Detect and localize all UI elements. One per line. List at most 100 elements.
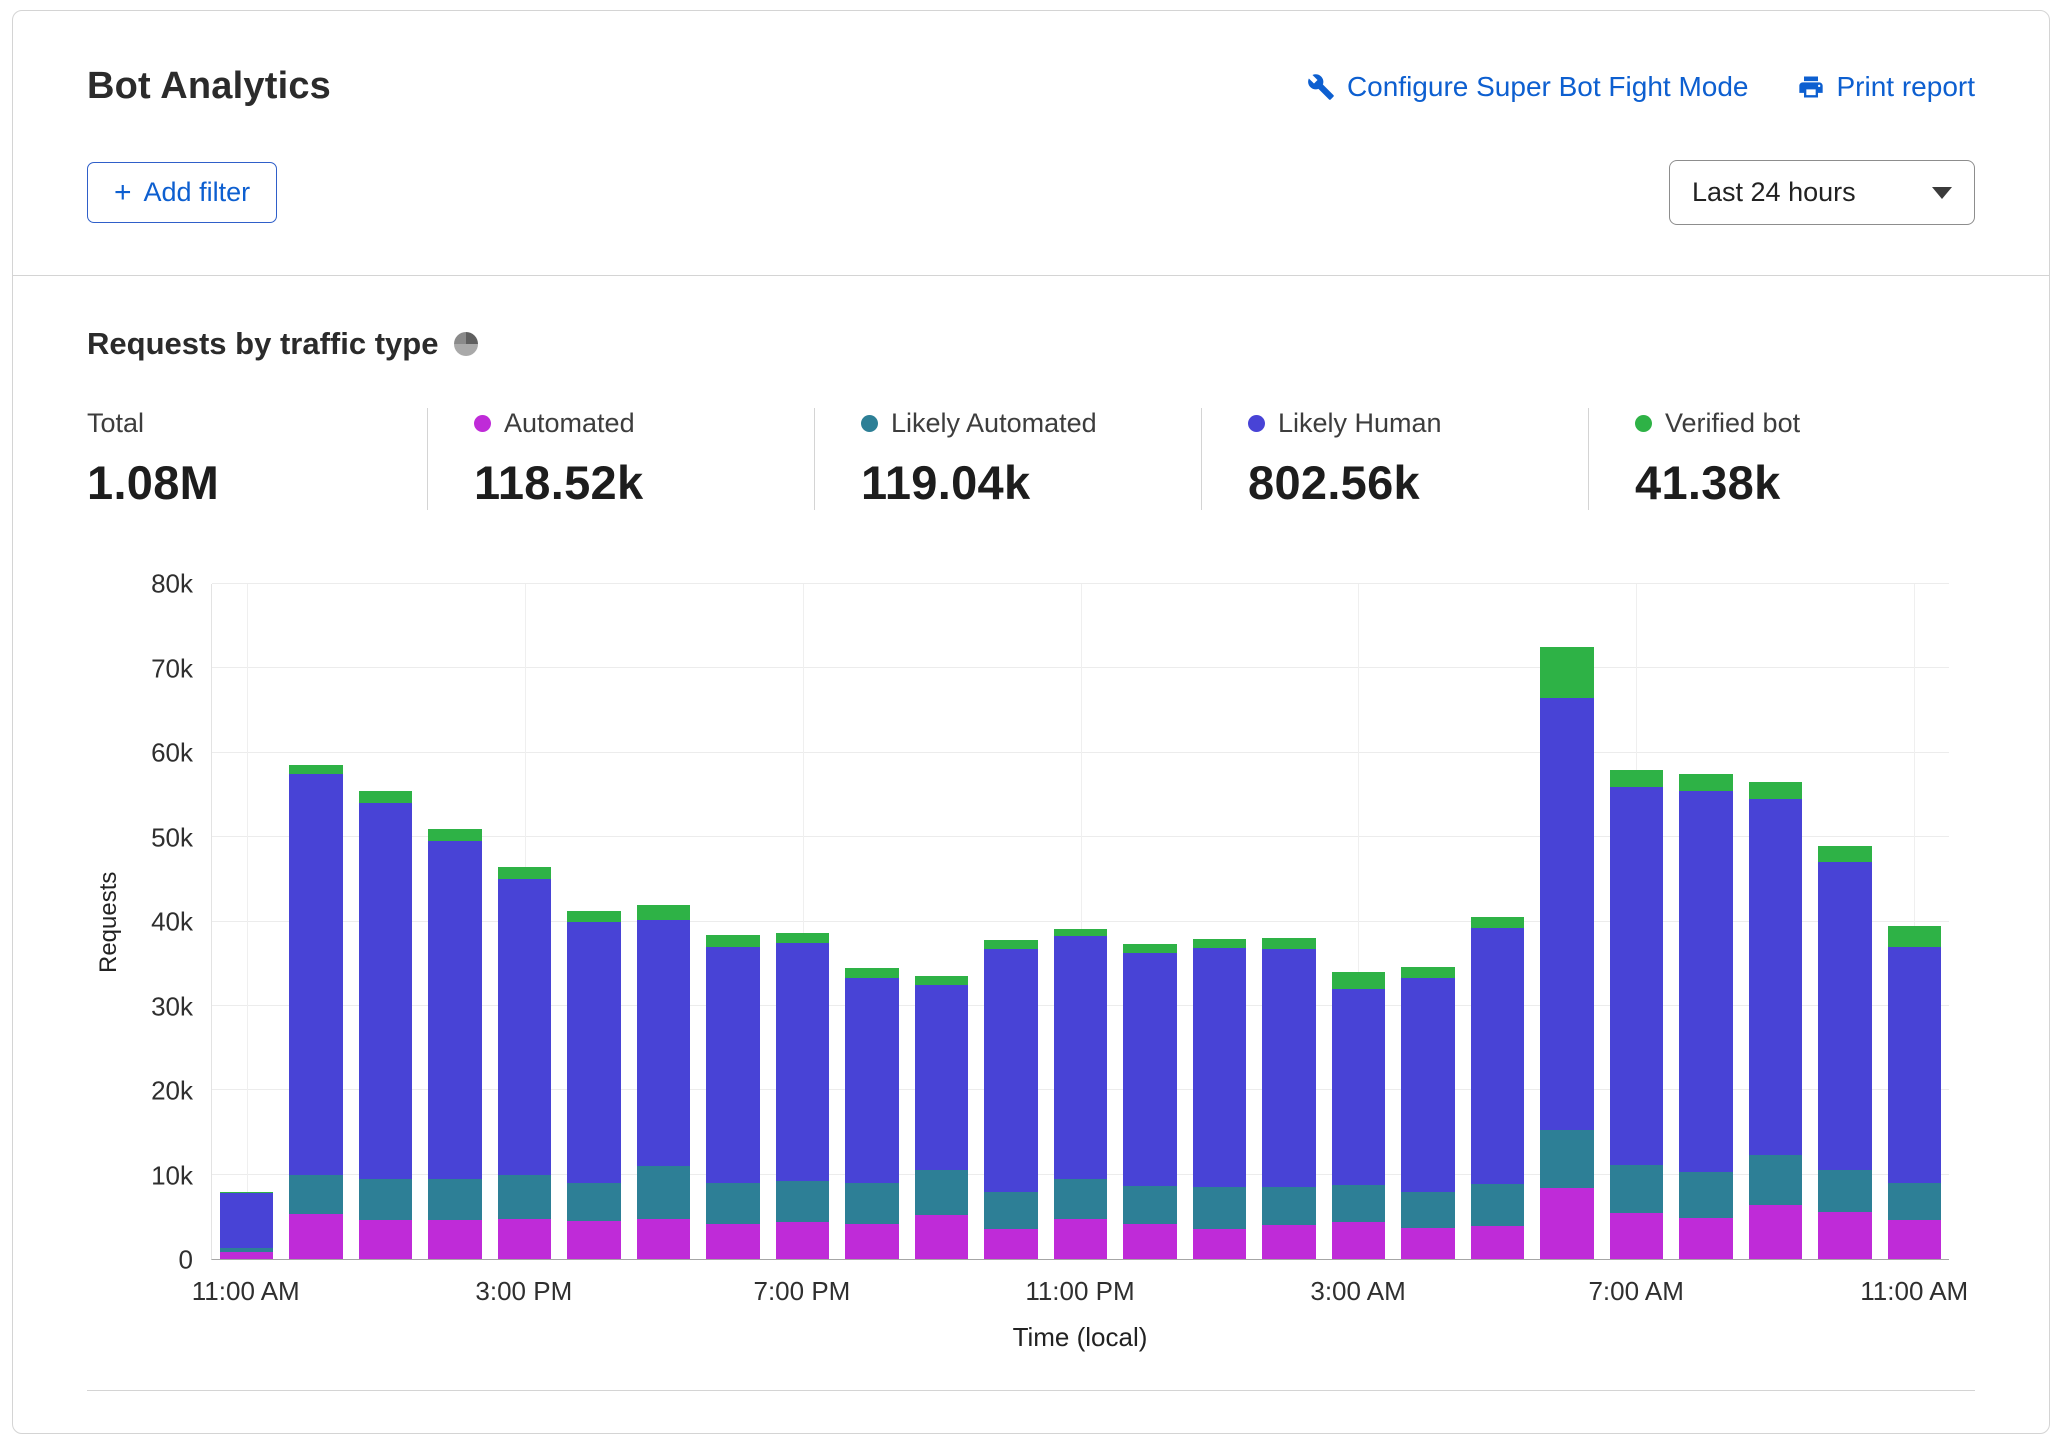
bar-segment-likely-human[interactable] bbox=[359, 803, 412, 1178]
bar-segment-verified-bot[interactable] bbox=[984, 940, 1037, 948]
bar-segment-automated[interactable] bbox=[1193, 1229, 1246, 1259]
bar-segment-likely-human[interactable] bbox=[1471, 928, 1524, 1184]
bar-segment-automated[interactable] bbox=[359, 1220, 412, 1259]
bar-segment-automated[interactable] bbox=[1818, 1212, 1871, 1259]
bar-segment-likely-automated[interactable] bbox=[1679, 1172, 1732, 1218]
bar-segment-verified-bot[interactable] bbox=[845, 968, 898, 978]
bar-segment-verified-bot[interactable] bbox=[1749, 782, 1802, 799]
bar-segment-automated[interactable] bbox=[637, 1219, 690, 1260]
bar-segment-likely-automated[interactable] bbox=[498, 1175, 551, 1220]
bar-segment-verified-bot[interactable] bbox=[1818, 846, 1871, 863]
bar-segment-automated[interactable] bbox=[498, 1219, 551, 1259]
bar-4[interactable] bbox=[498, 584, 551, 1259]
bar-11[interactable] bbox=[984, 584, 1037, 1259]
bar-segment-likely-automated[interactable] bbox=[1888, 1183, 1941, 1220]
bar-segment-likely-human[interactable] bbox=[1888, 947, 1941, 1183]
bar-segment-verified-bot[interactable] bbox=[1332, 972, 1385, 989]
bar-segment-likely-automated[interactable] bbox=[1123, 1186, 1176, 1223]
bar-segment-automated[interactable] bbox=[984, 1229, 1037, 1259]
bar-0[interactable] bbox=[220, 584, 273, 1259]
bar-segment-automated[interactable] bbox=[1540, 1188, 1593, 1259]
bar-9[interactable] bbox=[845, 584, 898, 1259]
bar-segment-automated[interactable] bbox=[1054, 1219, 1107, 1259]
bar-13[interactable] bbox=[1123, 584, 1176, 1259]
bar-segment-likely-automated[interactable] bbox=[1401, 1192, 1454, 1227]
bar-segment-likely-human[interactable] bbox=[706, 947, 759, 1183]
bar-segment-likely-automated[interactable] bbox=[428, 1179, 481, 1220]
bar-segment-likely-automated[interactable] bbox=[1471, 1184, 1524, 1226]
bar-12[interactable] bbox=[1054, 584, 1107, 1259]
bar-segment-likely-human[interactable] bbox=[1749, 799, 1802, 1155]
bar-segment-verified-bot[interactable] bbox=[706, 935, 759, 947]
bar-segment-verified-bot[interactable] bbox=[1401, 967, 1454, 978]
bar-segment-automated[interactable] bbox=[1679, 1218, 1732, 1259]
bar-1[interactable] bbox=[289, 584, 342, 1259]
bar-segment-automated[interactable] bbox=[1749, 1205, 1802, 1259]
bar-24[interactable] bbox=[1888, 584, 1941, 1259]
bar-segment-likely-automated[interactable] bbox=[1262, 1187, 1315, 1225]
bar-20[interactable] bbox=[1610, 584, 1663, 1259]
bar-segment-verified-bot[interactable] bbox=[289, 765, 342, 773]
bar-segment-automated[interactable] bbox=[1471, 1226, 1524, 1259]
bar-segment-likely-human[interactable] bbox=[428, 841, 481, 1179]
bar-segment-verified-bot[interactable] bbox=[1540, 647, 1593, 698]
bar-segment-likely-automated[interactable] bbox=[1332, 1185, 1385, 1222]
bar-segment-likely-automated[interactable] bbox=[567, 1183, 620, 1221]
bar-segment-likely-automated[interactable] bbox=[706, 1183, 759, 1224]
bar-segment-likely-automated[interactable] bbox=[915, 1170, 968, 1215]
bar-segment-verified-bot[interactable] bbox=[1054, 929, 1107, 936]
bar-segment-likely-human[interactable] bbox=[567, 922, 620, 1184]
bar-segment-likely-human[interactable] bbox=[1679, 791, 1732, 1172]
bar-segment-verified-bot[interactable] bbox=[1679, 774, 1732, 791]
bar-segment-automated[interactable] bbox=[1888, 1220, 1941, 1259]
bar-segment-verified-bot[interactable] bbox=[1888, 926, 1941, 947]
bar-16[interactable] bbox=[1332, 584, 1385, 1259]
bar-segment-likely-human[interactable] bbox=[1193, 948, 1246, 1188]
bar-3[interactable] bbox=[428, 584, 481, 1259]
bar-segment-verified-bot[interactable] bbox=[359, 791, 412, 804]
bar-8[interactable] bbox=[776, 584, 829, 1259]
bar-23[interactable] bbox=[1818, 584, 1871, 1259]
bar-segment-likely-automated[interactable] bbox=[1540, 1130, 1593, 1188]
add-filter-button[interactable]: + Add filter bbox=[87, 162, 277, 223]
bar-segment-likely-automated[interactable] bbox=[1193, 1187, 1246, 1228]
bar-segment-automated[interactable] bbox=[706, 1224, 759, 1259]
bar-segment-likely-automated[interactable] bbox=[289, 1175, 342, 1215]
bar-segment-likely-automated[interactable] bbox=[1054, 1179, 1107, 1220]
bar-segment-verified-bot[interactable] bbox=[498, 867, 551, 880]
bar-segment-likely-automated[interactable] bbox=[359, 1179, 412, 1220]
bar-segment-likely-human[interactable] bbox=[220, 1193, 273, 1248]
bar-15[interactable] bbox=[1262, 584, 1315, 1259]
bar-segment-likely-human[interactable] bbox=[1818, 862, 1871, 1169]
bar-segment-verified-bot[interactable] bbox=[1193, 939, 1246, 947]
bar-segment-likely-human[interactable] bbox=[776, 943, 829, 1181]
bar-segment-likely-human[interactable] bbox=[845, 978, 898, 1183]
time-range-select[interactable]: Last 24 hours bbox=[1669, 160, 1975, 225]
bar-segment-likely-human[interactable] bbox=[1540, 698, 1593, 1130]
bar-segment-verified-bot[interactable] bbox=[1610, 770, 1663, 787]
bar-segment-automated[interactable] bbox=[1610, 1213, 1663, 1259]
bar-segment-likely-automated[interactable] bbox=[637, 1166, 690, 1218]
bar-segment-likely-automated[interactable] bbox=[1749, 1155, 1802, 1205]
bar-segment-likely-human[interactable] bbox=[1262, 949, 1315, 1188]
bar-segment-likely-human[interactable] bbox=[498, 879, 551, 1174]
configure-super-bot-fight-mode-link[interactable]: Configure Super Bot Fight Mode bbox=[1307, 71, 1749, 103]
bar-10[interactable] bbox=[915, 584, 968, 1259]
bar-7[interactable] bbox=[706, 584, 759, 1259]
bar-segment-verified-bot[interactable] bbox=[1123, 944, 1176, 952]
bar-segment-automated[interactable] bbox=[1262, 1225, 1315, 1259]
bar-19[interactable] bbox=[1540, 584, 1593, 1259]
bar-segment-likely-automated[interactable] bbox=[845, 1183, 898, 1224]
bar-segment-automated[interactable] bbox=[1123, 1224, 1176, 1259]
bar-segment-likely-human[interactable] bbox=[984, 949, 1037, 1192]
bar-segment-verified-bot[interactable] bbox=[428, 829, 481, 842]
bar-6[interactable] bbox=[637, 584, 690, 1259]
bar-segment-likely-human[interactable] bbox=[1401, 978, 1454, 1192]
bar-segment-automated[interactable] bbox=[220, 1252, 273, 1259]
bar-segment-automated[interactable] bbox=[289, 1214, 342, 1259]
bar-segment-verified-bot[interactable] bbox=[1471, 917, 1524, 928]
bar-22[interactable] bbox=[1749, 584, 1802, 1259]
bar-segment-automated[interactable] bbox=[1401, 1228, 1454, 1259]
bar-segment-likely-human[interactable] bbox=[1610, 787, 1663, 1165]
bar-segment-verified-bot[interactable] bbox=[567, 911, 620, 921]
